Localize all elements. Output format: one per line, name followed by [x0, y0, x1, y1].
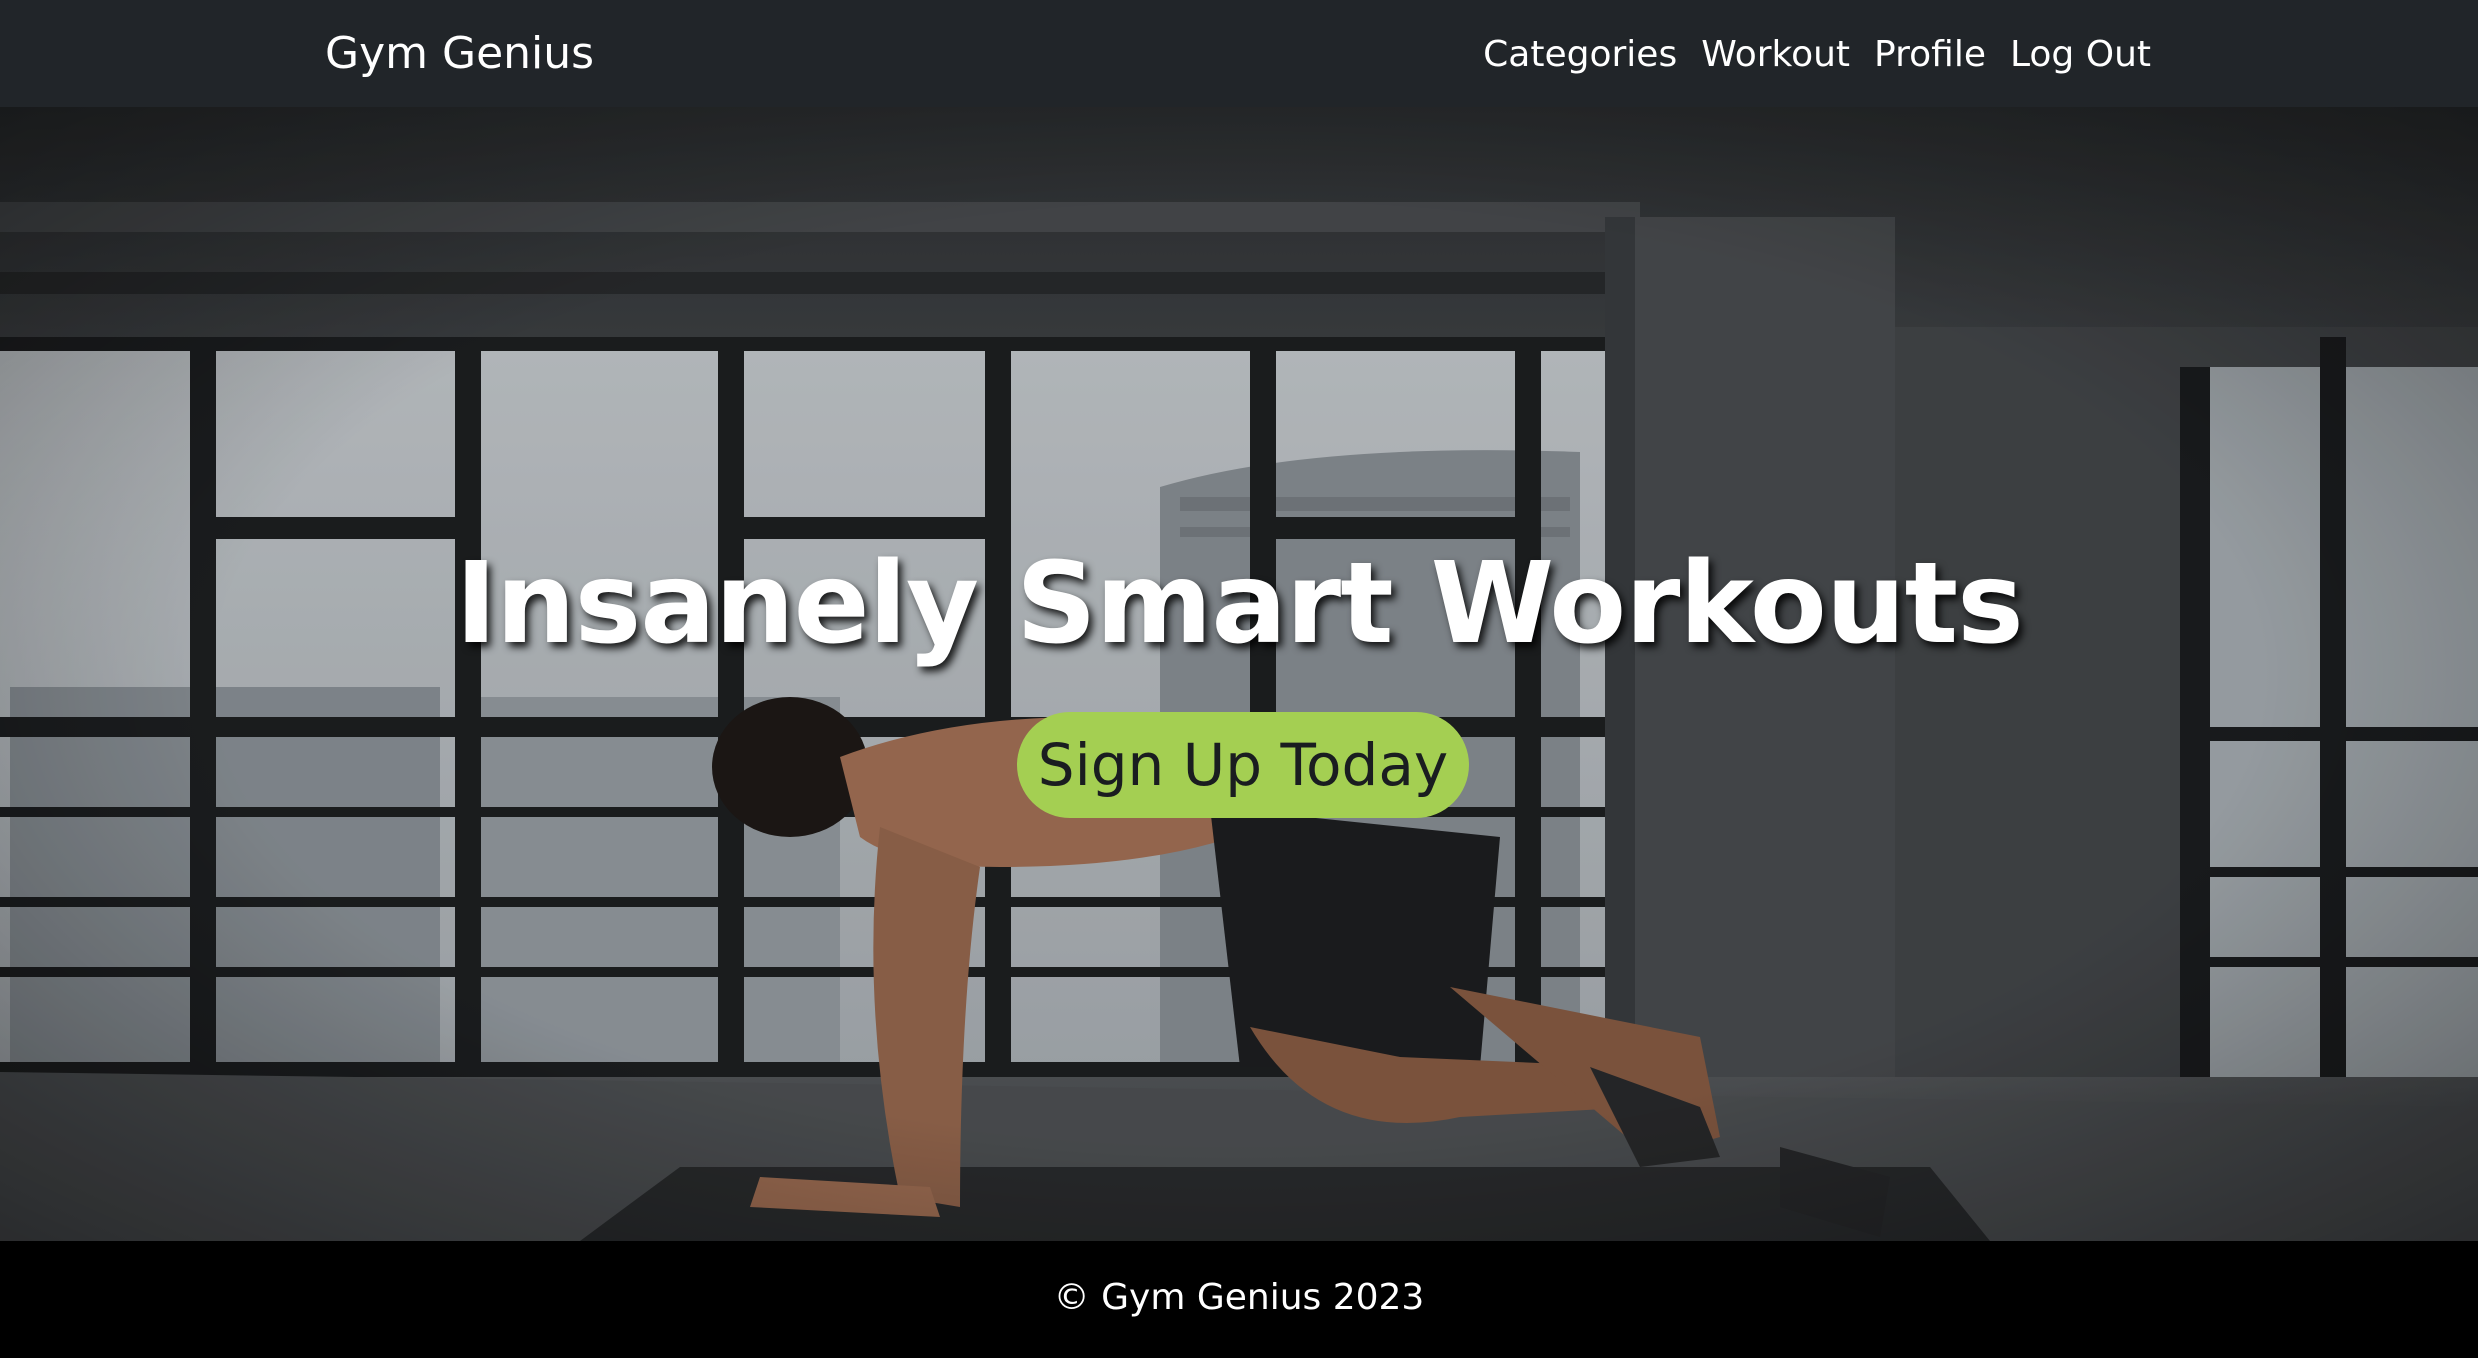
nav-link-logout[interactable]: Log Out [2010, 34, 2151, 75]
footer: © Gym Genius 2023 [0, 1241, 2478, 1358]
hero-title: Insanely Smart Workouts [455, 539, 2024, 669]
nav-link-workout[interactable]: Workout [1701, 34, 1850, 75]
footer-copyright: © Gym Genius 2023 [1053, 1277, 1425, 1318]
sign-up-button[interactable]: Sign Up Today [1017, 712, 1469, 818]
nav-link-categories[interactable]: Categories [1483, 34, 1677, 75]
hero-background-image [0, 107, 2478, 1241]
navbar: Gym Genius Categories Workout Profile Lo… [0, 0, 2478, 107]
hero-section: Insanely Smart Workouts Sign Up Today [0, 107, 2478, 1241]
brand-link[interactable]: Gym Genius [325, 26, 594, 82]
nav-link-profile[interactable]: Profile [1874, 34, 1986, 75]
nav-links: Categories Workout Profile Log Out [1483, 30, 2151, 80]
